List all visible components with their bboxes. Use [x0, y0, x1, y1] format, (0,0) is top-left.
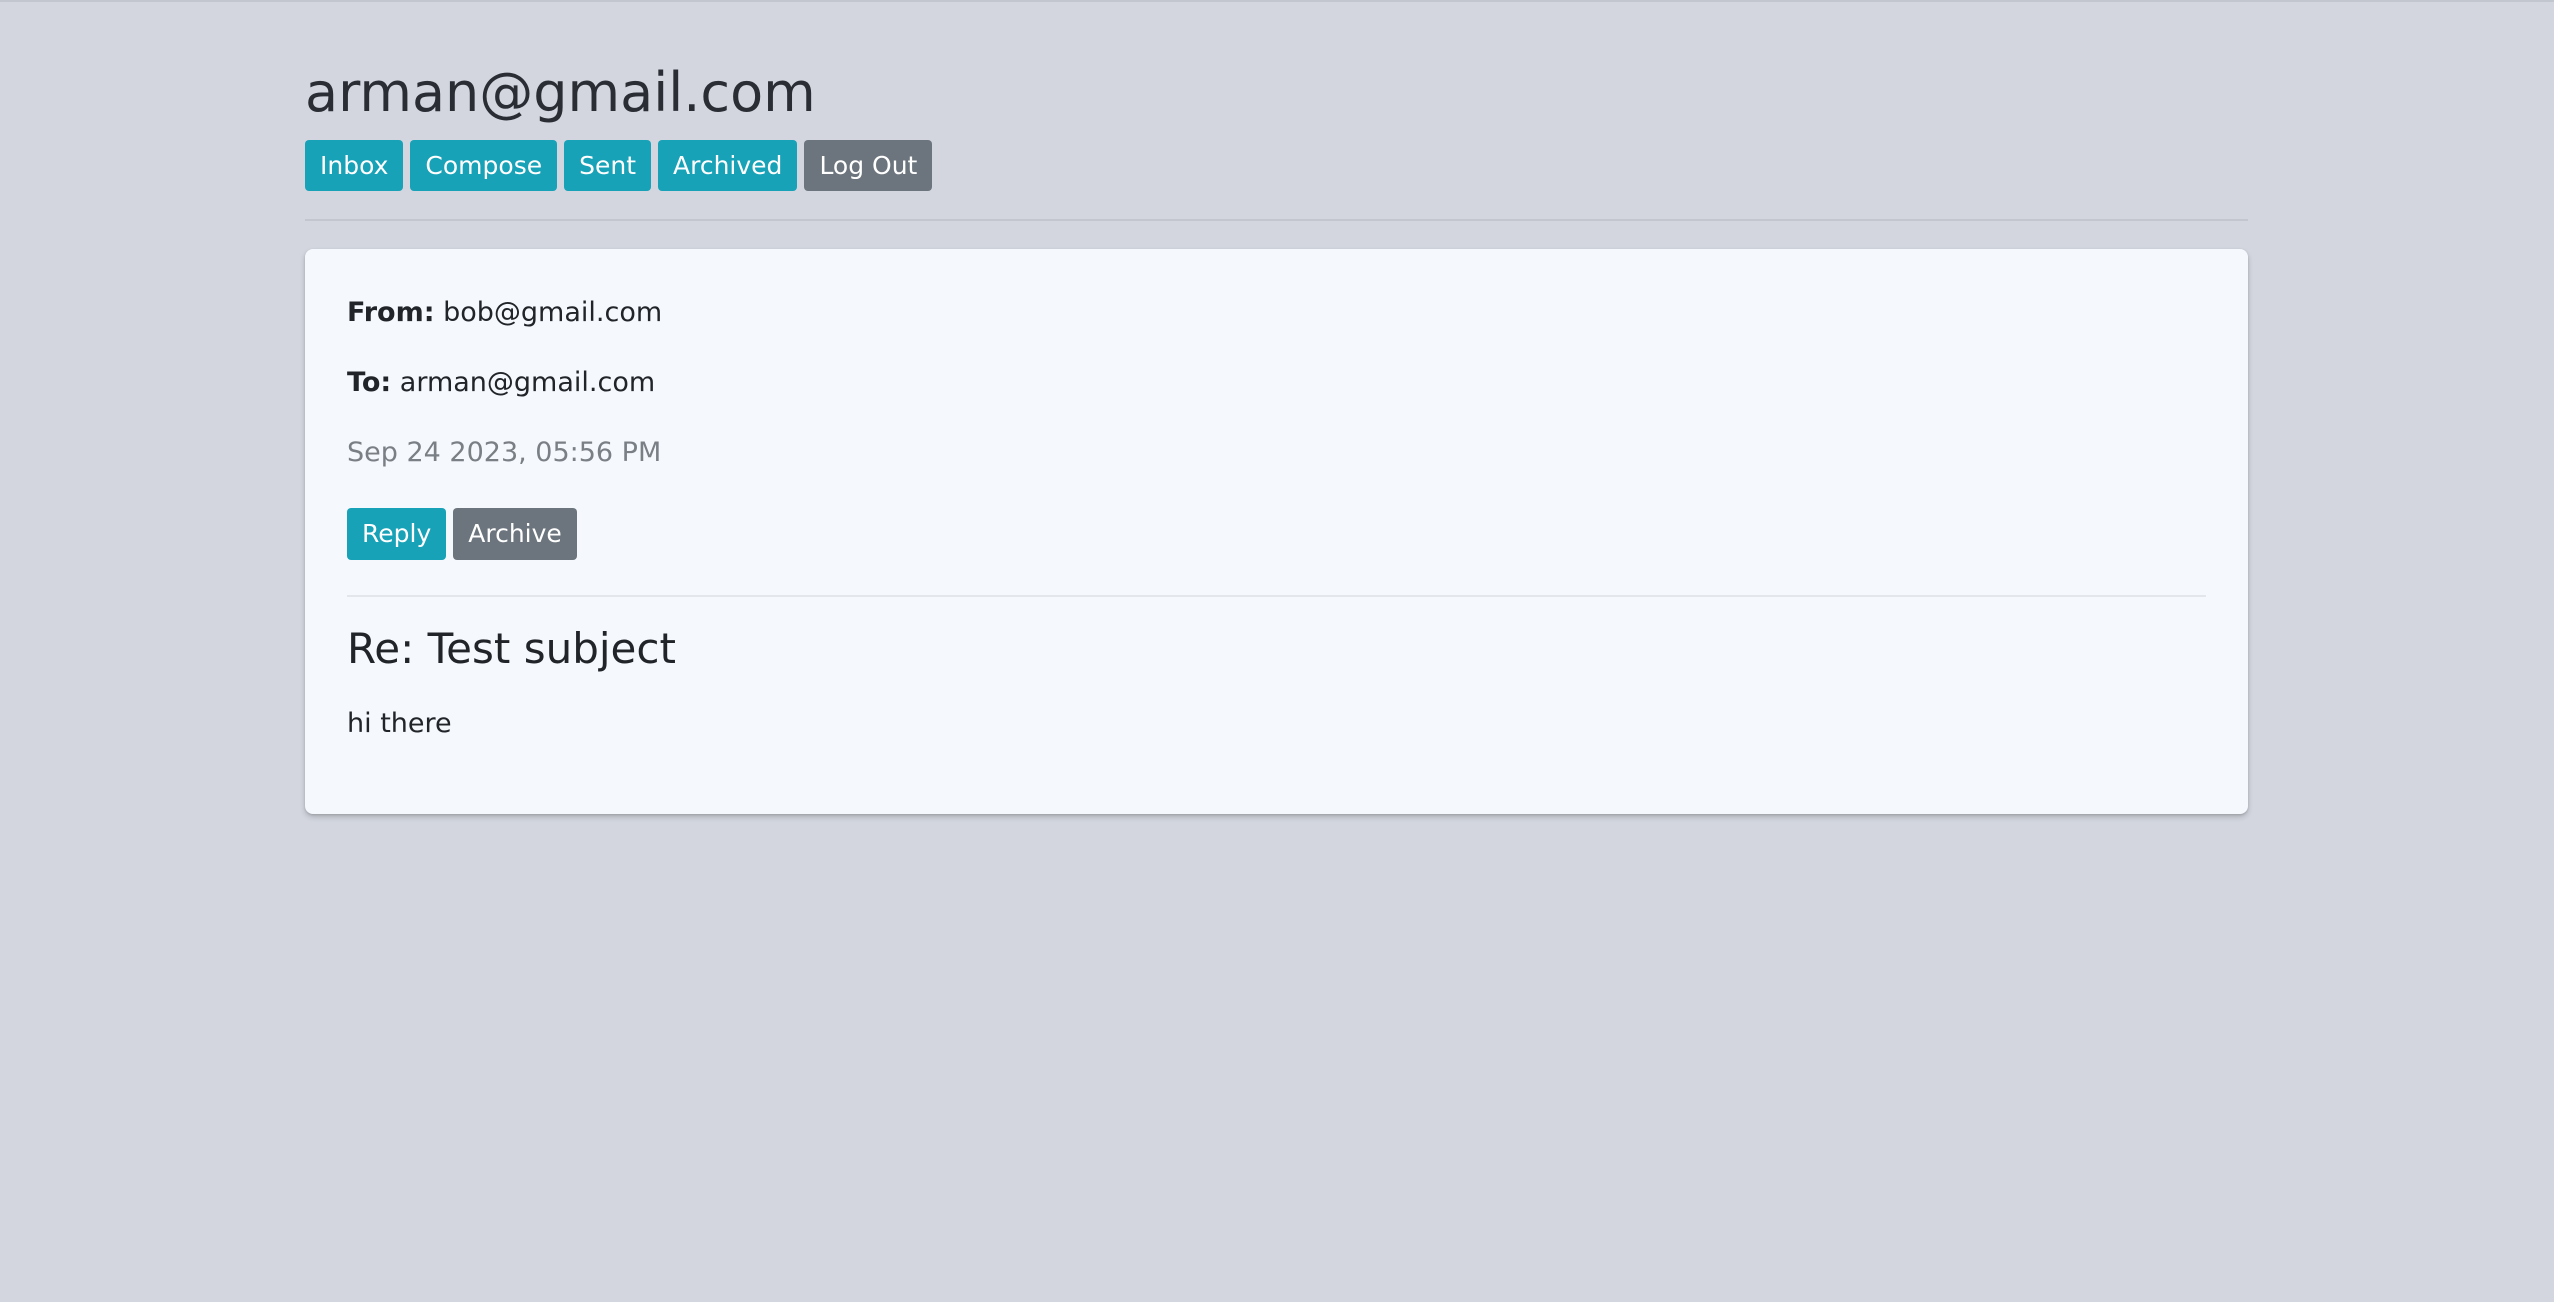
reply-button[interactable]: Reply [347, 508, 447, 560]
from-label: From: [347, 297, 435, 328]
card-divider [347, 595, 2206, 597]
to-address: arman@gmail.com [399, 367, 656, 398]
inbox-button[interactable]: Inbox [305, 140, 404, 191]
to-label: To: [347, 367, 392, 398]
compose-button[interactable]: Compose [410, 140, 558, 191]
email-card: From: bob@gmail.com To: arman@gmail.com … [305, 249, 2248, 814]
from-line: From: bob@gmail.com [347, 293, 662, 333]
email-timestamp: Sep 24 2023, 05:56 PM [347, 437, 662, 468]
archived-button[interactable]: Archived [658, 140, 798, 191]
top-edge [0, 0, 2554, 2]
from-address: bob@gmail.com [443, 297, 663, 328]
sent-button[interactable]: Sent [564, 140, 652, 191]
nav-divider [305, 219, 2248, 221]
email-body: hi there [347, 708, 452, 739]
nav-bar: Inbox Compose Sent Archived Log Out [305, 140, 933, 191]
email-actions: Reply Archive [347, 508, 577, 560]
email-subject: Re: Test subject [347, 624, 676, 673]
logout-button[interactable]: Log Out [804, 140, 933, 191]
archive-button[interactable]: Archive [453, 508, 577, 560]
user-email-heading: arman@gmail.com [305, 61, 816, 124]
to-line: To: arman@gmail.com [347, 363, 655, 403]
